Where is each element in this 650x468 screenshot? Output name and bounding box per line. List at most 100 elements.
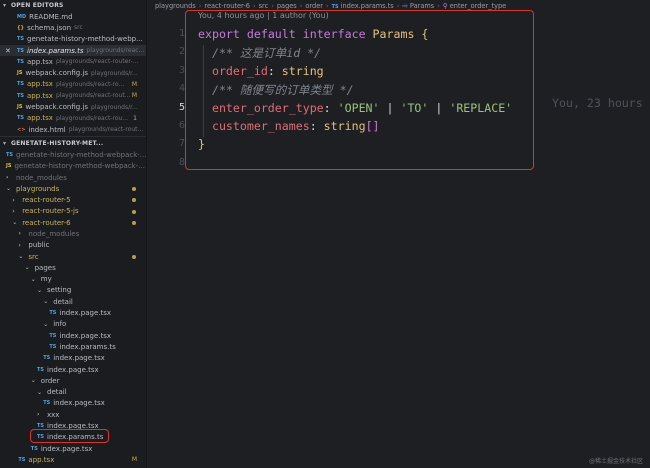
breadcrumb-segment[interactable]: src [259,2,269,10]
ts-file-icon: TS [17,92,25,99]
tree-folder[interactable]: ⌄ playgrounds [0,183,146,194]
interface-symbol-icon: ⇨ [402,2,408,10]
tree-folder[interactable]: ⌄ react-router-6 [0,217,146,228]
tree-folder[interactable]: › react-router-5-js [0,206,146,217]
tree-file[interactable]: TS index.page.tsx [0,330,146,341]
open-editor-item[interactable]: {} schema.json src [0,22,146,33]
modified-dot-icon [132,198,136,203]
modified-dot-icon [132,254,136,259]
chevron-down-icon: ▾ [3,140,7,148]
open-editors-list: MD README.md{} schema.json src TS genetate-hi… [0,11,146,135]
line-number: 6 [178,120,185,131]
tree-folder[interactable]: ⌄ info [0,319,146,330]
line-number: 3 [178,64,185,76]
line-number: 7 [178,138,185,150]
folder-name: src [28,252,39,261]
line-number: 5 [178,101,185,113]
tree-file[interactable]: TS index.page.tsx [0,364,146,375]
open-editor-item[interactable]: TS genetate-history-method-webp... [0,34,146,45]
tree-folder[interactable]: › node_modules [0,172,146,183]
chevron-down-icon: ⌄ [30,377,36,385]
chevron-right-icon: › [18,241,21,249]
open-editor-item[interactable]: TS app.tsx playgrounds/react-router-... [0,56,146,67]
chevron-right-icon: › [12,196,15,204]
tree-folder[interactable]: › xxx [0,409,146,420]
tree-folder[interactable]: › node_modules [0,228,146,239]
open-editor-item[interactable]: MD README.md [0,11,146,22]
breadcrumb-segment[interactable]: playgrounds [155,2,196,10]
html-file-icon: <> [17,126,26,133]
tree-folder[interactable]: ⌄ detail [0,387,146,398]
tree-folder[interactable]: ⌄ my [0,274,146,285]
open-editors-header[interactable]: ▾ OPEN EDITORS [0,0,146,11]
chevron-down-icon: ⌄ [43,320,49,328]
chevron-down-icon: ⌄ [37,286,43,294]
breadcrumb-label: order [305,2,323,10]
tree-folder[interactable]: ⌄ setting [0,285,146,296]
md-file-icon: MD [17,13,27,20]
tree-file[interactable]: TS app.tsx M [0,454,146,465]
open-editor-item[interactable]: <> index.html playgrounds/react-rout... [0,124,146,135]
code-highlight-box [185,10,534,170]
tree-file[interactable]: TS index.page.tsx [0,398,146,409]
tree-file[interactable]: TS index.page.tsx [0,443,146,454]
file-name: index.page.tsx [59,331,112,340]
file-name: README.md [29,12,73,21]
tree-folder[interactable]: ⌄ pages [0,262,146,273]
open-editor-item[interactable]: TS app.tsx playgrounds/react-rout... M [0,90,146,101]
tree-folder[interactable]: › public [0,240,146,251]
breadcrumb-segment[interactable]: ⚲ enter_order_type [443,2,506,10]
inline-blame-annotation: You, 23 hours [552,96,643,110]
file-name: index.page.tsx [53,354,105,363]
open-editor-item[interactable]: TS app.tsx playgrounds/react-ro... M [0,79,146,90]
breadcrumb-label: enter_order_type [449,2,507,10]
breadcrumb-label: index.params.ts [340,2,394,10]
open-editor-item[interactable]: JS webpack.config.js playgrounds/r... [0,101,146,112]
breadcrumb-segment[interactable]: TS index.params.ts [332,2,394,10]
chevron-down-icon: ⌄ [12,219,18,227]
tree-folder[interactable]: ⌄ detail [0,296,146,307]
tree-folder[interactable]: ⌄ order [0,375,146,386]
tree-folder[interactable]: › react-router-5 [0,194,146,205]
chevron-right-icon: › [37,411,40,419]
project-tree: TS genetate-history-method-webpack-... JS g… [0,149,146,465]
code-editor: playgrounds › react-router-6 › src › pages › ord… [147,0,650,468]
chevron-down-icon: ⌄ [37,388,43,396]
chevron-down-icon: ⌄ [24,264,30,272]
chevron-down-icon: ⌄ [43,298,49,306]
close-icon[interactable]: ✕ [5,47,11,55]
tree-file[interactable]: TS genetate-history-method-webpack-... [0,149,146,160]
open-editor-item[interactable]: ✕ TS index.params.ts playgrounds/reac... [0,44,146,57]
project-header[interactable]: ▾ GENETATE-HISTORY-MET... [0,138,146,149]
folder-name: react-router-6 [22,218,71,227]
tree-folder[interactable]: ⌄ src [0,251,146,262]
chevron-down-icon: ⌄ [6,185,12,193]
file-path: playgrounds/reac... [86,47,145,55]
chevron-down-icon: ▾ [3,2,7,9]
ts-file-icon: TS [6,151,14,158]
breadcrumb-segment[interactable]: pages [277,2,297,10]
open-editor-item[interactable]: JS webpack.config.js playgrounds/r... [0,67,146,78]
file-name: app.tsx [27,114,53,123]
project-title: GENETATE-HISTORY-MET... [11,140,104,148]
line-number: 1 [178,28,185,39]
section-divider [0,136,146,138]
modified-dot-icon [132,187,136,192]
breadcrumb-label: pages [276,2,297,10]
file-name: app.tsx [27,80,53,89]
open-editor-item[interactable]: TS app.tsx playgrounds/react-rou... 1 [0,113,146,124]
modified-dot-icon [132,209,136,214]
tree-file[interactable]: TS index.page.tsx [0,307,146,318]
breadcrumb-segment[interactable]: order [305,2,323,10]
git-status-badge: M [131,456,137,464]
line-number: 2 [178,46,185,58]
js-file-icon: JS [6,163,12,170]
file-path: playgrounds/r... [91,103,138,111]
file-path: playgrounds/r... [91,69,138,77]
tree-file[interactable]: TS index.params.ts [0,341,146,352]
tree-file[interactable]: JS genetate-history-method-webpack-... [0,161,146,172]
tree-file[interactable]: TS index.page.tsx [0,353,146,364]
breadcrumb-segment[interactable]: react-router-6 [204,2,250,10]
breadcrumb-segment[interactable]: ⇨ Params [402,2,434,10]
chevron-right-icon: › [12,207,15,215]
